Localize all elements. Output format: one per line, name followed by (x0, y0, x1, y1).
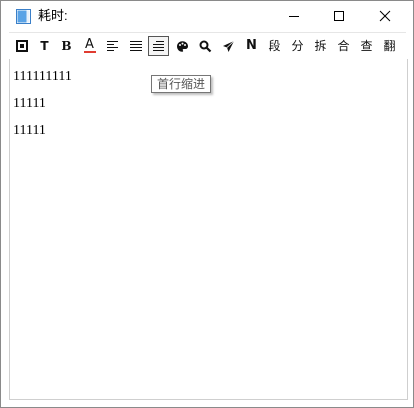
split-label: 拆 (314, 39, 327, 53)
app-document-icon (16, 9, 31, 24)
editor-line[interactable]: 11111 (13, 96, 46, 112)
close-icon (379, 10, 391, 22)
search-button[interactable] (195, 36, 216, 56)
check-button[interactable]: 查 (356, 36, 377, 56)
minimize-button[interactable] (271, 1, 317, 31)
border-box-button[interactable] (11, 36, 32, 56)
font-color-swatch (83, 51, 96, 53)
merge-button[interactable]: 合 (333, 36, 354, 56)
split-button[interactable]: 拆 (310, 36, 331, 56)
maximize-icon (334, 11, 344, 21)
bold-button[interactable]: B (56, 36, 77, 56)
text-button[interactable]: T (34, 36, 55, 56)
close-button[interactable] (362, 1, 408, 31)
editor-line[interactable]: 11111 (13, 123, 46, 139)
text-editor[interactable]: 111111111 11111 11111 (9, 59, 408, 400)
first-line-indent-button[interactable] (148, 36, 169, 56)
justify-icon (129, 41, 142, 51)
minimize-icon (289, 16, 299, 17)
search-icon (199, 40, 212, 52)
merge-label: 合 (337, 39, 350, 53)
translate-label: 翻 (383, 39, 396, 53)
send-button[interactable] (218, 36, 239, 56)
maximize-button[interactable] (316, 1, 362, 31)
title-bar[interactable]: 耗时: (1, 1, 413, 31)
font-color-button[interactable]: A (79, 36, 100, 56)
bold-b-icon: B (61, 39, 72, 53)
divide-label: 分 (291, 39, 304, 53)
border-box-icon (15, 40, 28, 52)
palette-button[interactable] (172, 36, 193, 56)
send-icon (223, 40, 235, 52)
tooltip: 首行缩进 (151, 75, 212, 93)
editor-line[interactable]: 111111111 (13, 69, 72, 85)
app-window: 耗时: T B A N 段 分 拆 合 查 翻 111111111 11111 … (0, 0, 414, 408)
n-icon: N (246, 38, 257, 53)
text-t-icon: T (40, 39, 49, 53)
check-label: 查 (360, 39, 373, 53)
toolbar: T B A N 段 分 拆 合 查 翻 (9, 32, 406, 60)
font-color-a-icon: A (85, 37, 94, 52)
first-line-indent-icon (153, 41, 164, 51)
window-title: 耗时: (38, 8, 68, 23)
paragraph-label: 段 (268, 39, 281, 53)
paragraph-button[interactable]: 段 (264, 36, 285, 56)
align-left-button[interactable] (102, 36, 123, 56)
translate-button[interactable]: 翻 (379, 36, 400, 56)
palette-icon (177, 40, 188, 52)
n-button[interactable]: N (241, 36, 262, 56)
divide-button[interactable]: 分 (287, 36, 308, 56)
justify-button[interactable] (125, 36, 146, 56)
align-left-icon (107, 41, 118, 51)
